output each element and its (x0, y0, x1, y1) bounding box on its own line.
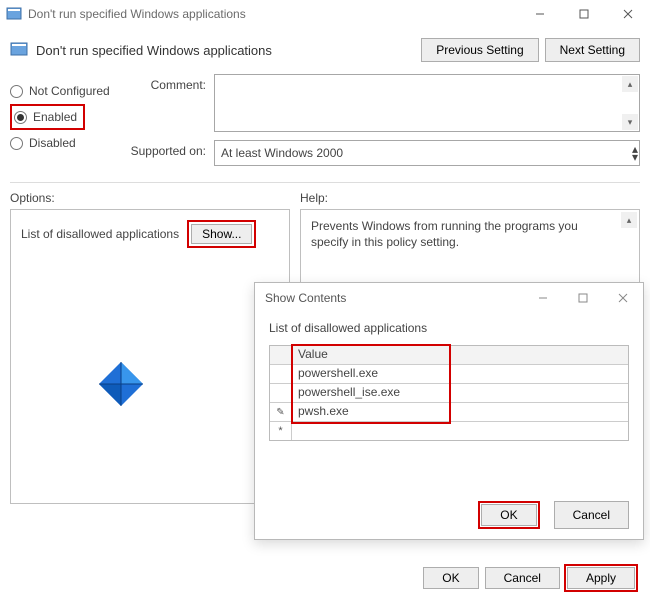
grid-header-row: Value (270, 346, 628, 365)
radio-icon (10, 137, 23, 150)
dialog-ok-button[interactable]: OK (481, 504, 536, 526)
scroll-up-icon[interactable]: ▴ (621, 212, 637, 228)
cancel-button[interactable]: Cancel (485, 567, 560, 589)
dialog-close-button[interactable] (603, 283, 643, 313)
options-panel: List of disallowed applications Show... (10, 209, 290, 504)
comment-label: Comment: (122, 74, 214, 132)
state-radio-group: Not Configured Enabled Disabled (10, 74, 122, 174)
grid-rowhead-blank (270, 346, 292, 364)
enabled-highlight: Enabled (10, 104, 85, 130)
grid-rowhead (270, 365, 292, 383)
grid-cell[interactable]: pwsh.exe (292, 403, 628, 421)
apply-highlight: Apply (564, 564, 638, 592)
window-maximize-button[interactable] (562, 0, 606, 28)
window-minimize-button[interactable] (518, 0, 562, 28)
supported-on-value: At least Windows 2000 (221, 146, 343, 160)
options-section-label: Options: (10, 191, 300, 205)
ok-button[interactable]: OK (423, 567, 478, 589)
radio-label: Not Configured (29, 84, 110, 98)
dialog-title: Show Contents (265, 291, 523, 305)
policy-header: Don't run specified Windows applications… (0, 28, 650, 68)
dialog-title-bar: Show Contents (255, 283, 643, 313)
grid-rowhead-editing: ✎ (270, 403, 292, 421)
dialog-maximize-button[interactable] (563, 283, 603, 313)
next-setting-button[interactable]: Next Setting (545, 38, 640, 62)
help-section-label: Help: (300, 191, 328, 205)
dialog-minimize-button[interactable] (523, 283, 563, 313)
grid-cell[interactable]: powershell_ise.exe (292, 384, 628, 402)
window-title: Don't run specified Windows applications (28, 7, 518, 21)
window-close-button[interactable] (606, 0, 650, 28)
windows-logo-icon (95, 358, 147, 410)
title-bar: Don't run specified Windows applications (0, 0, 650, 28)
disallowed-apps-label: List of disallowed applications (21, 227, 179, 241)
grid-cell[interactable] (292, 422, 628, 440)
radio-disabled[interactable]: Disabled (10, 136, 122, 150)
previous-setting-button[interactable]: Previous Setting (421, 38, 538, 62)
show-contents-dialog: Show Contents List of disallowed applica… (254, 282, 644, 540)
supported-on-field: At least Windows 2000 ▴ ▾ (214, 140, 640, 166)
dialog-button-row: OK Cancel (478, 497, 643, 529)
grid-row-new[interactable]: * (270, 422, 628, 440)
radio-label: Enabled (33, 110, 77, 124)
apply-button[interactable]: Apply (567, 567, 635, 589)
policy-icon (10, 41, 28, 59)
grid-row[interactable]: powershell.exe (270, 365, 628, 384)
scroll-down-icon[interactable]: ▾ (622, 114, 638, 130)
radio-not-configured[interactable]: Not Configured (10, 84, 122, 98)
value-grid[interactable]: Value powershell.exe powershell_ise.exe … (269, 345, 629, 441)
grid-cell[interactable]: powershell.exe (292, 365, 628, 383)
help-text-top: Prevents Windows from running the progra… (311, 218, 629, 250)
scroll-up-icon[interactable]: ▴ (622, 76, 638, 92)
show-button-highlight: Show... (187, 220, 256, 248)
comment-textarea[interactable]: ▴ ▾ (214, 74, 640, 132)
grid-column-header: Value (292, 346, 628, 364)
supported-on-label: Supported on: (122, 140, 214, 166)
grid-row[interactable]: ✎ pwsh.exe (270, 403, 628, 422)
radio-label: Disabled (29, 136, 76, 150)
pencil-icon: ✎ (276, 407, 284, 418)
new-row-icon: * (278, 425, 282, 437)
show-button[interactable]: Show... (191, 224, 252, 244)
main-button-row: OK Cancel Apply (417, 564, 638, 592)
dialog-ok-highlight: OK (478, 501, 539, 529)
scroll-down-icon[interactable]: ▾ (632, 150, 638, 164)
grid-row[interactable]: powershell_ise.exe (270, 384, 628, 403)
radio-icon (14, 111, 27, 124)
radio-enabled[interactable]: Enabled (14, 110, 77, 124)
dialog-cancel-button[interactable]: Cancel (554, 501, 629, 529)
grid-rowhead-new: * (270, 422, 292, 440)
grid-rowhead (270, 384, 292, 402)
radio-icon (10, 85, 23, 98)
policy-title: Don't run specified Windows applications (36, 43, 415, 58)
dialog-list-label: List of disallowed applications (269, 321, 629, 335)
app-icon (6, 6, 22, 22)
